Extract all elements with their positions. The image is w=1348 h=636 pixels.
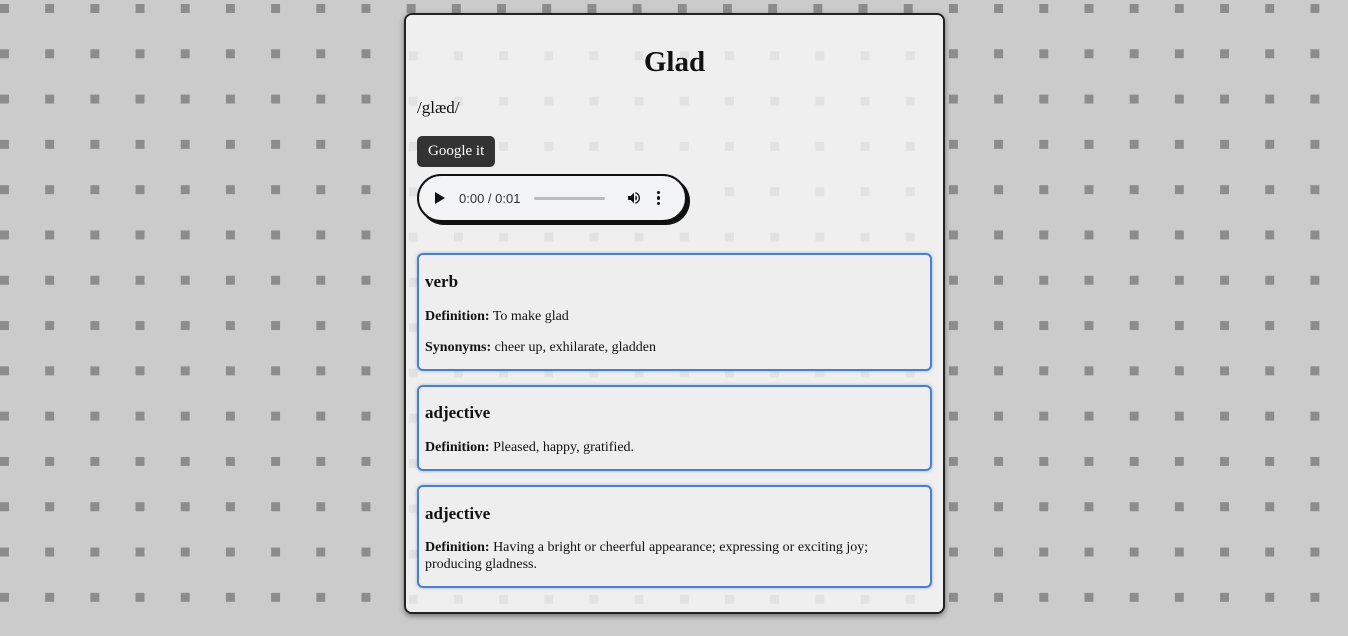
- audio-time: 0:00 / 0:01: [459, 190, 521, 206]
- definition: Definition: Having a bright or cheerful …: [425, 539, 924, 573]
- synonyms-label: Synonyms:: [425, 340, 492, 355]
- google-it-button[interactable]: Google it: [417, 136, 496, 167]
- synonyms: Synonyms: cheer up, exhilarate, gladden: [425, 339, 924, 356]
- definition-text: To make glad: [492, 309, 569, 324]
- volume-icon[interactable]: [626, 190, 642, 206]
- definition-label: Definition:: [425, 309, 490, 324]
- synonyms-text: cheer up, exhilarate, gladden: [494, 340, 656, 355]
- phonetic-text: /glæd/: [417, 98, 460, 117]
- definition-label: Definition:: [425, 440, 490, 455]
- definition: Definition: To make glad: [425, 308, 924, 325]
- definition-text: Pleased, happy, gratified.: [493, 440, 635, 455]
- word-title: Glad: [643, 46, 706, 78]
- audio-progress-slider[interactable]: [534, 196, 606, 200]
- part-of-speech: adjective: [425, 403, 491, 422]
- definition-label: Definition:: [425, 540, 490, 555]
- audio-player[interactable]: 0:00 / 0:01: [417, 174, 687, 222]
- definition: Definition: Pleased, happy, gratified.: [425, 439, 924, 456]
- definition-text: Having a bright or cheerful appearance; …: [425, 540, 869, 572]
- more-options-icon[interactable]: [656, 190, 661, 206]
- part-of-speech: adjective: [425, 504, 491, 523]
- dictionary-card: Glad /glæd/ Google it 0:00 / 0:01 verb D…: [404, 13, 945, 614]
- play-icon[interactable]: [435, 192, 445, 204]
- meaning-card: adjective Definition: Having a bright or…: [417, 485, 932, 588]
- meaning-card: adjective Definition: Pleased, happy, gr…: [417, 385, 932, 471]
- part-of-speech: verb: [425, 272, 459, 291]
- meaning-card: verb Definition: To make glad Synonyms: …: [417, 253, 932, 371]
